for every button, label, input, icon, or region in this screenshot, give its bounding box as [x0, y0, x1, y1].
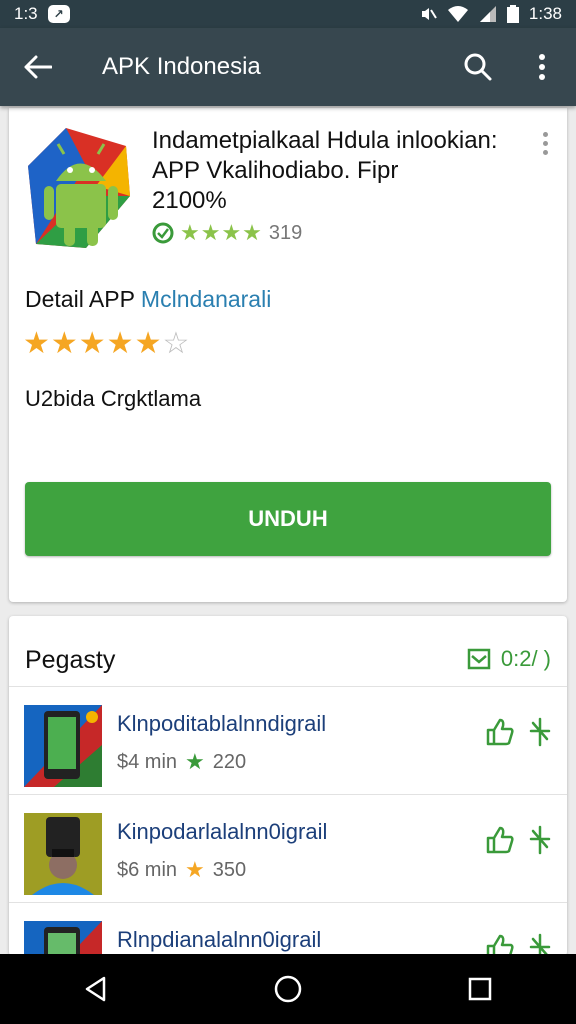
app-icon[interactable]: [26, 126, 134, 250]
list-item-meta: $4 min ★ 220: [117, 749, 246, 775]
list-item-thumbnail: [24, 705, 102, 787]
detail-app-label: Detail APP Mclndanarali: [25, 286, 271, 313]
signal-icon: [479, 6, 496, 22]
nav-home-button[interactable]: [248, 954, 328, 1024]
battery-icon: [506, 5, 519, 23]
app-overflow-button[interactable]: [535, 128, 555, 158]
app-title-line-1: Indametpialkaal Hdula inlookian:: [152, 127, 498, 154]
circle-home-icon: [274, 975, 302, 1003]
section-action-label: 0:2/ ): [500, 646, 551, 671]
list-item-count: 350: [212, 858, 247, 881]
list-item[interactable]: Klnpoditablalnndigrail $4 min ★ 220: [9, 686, 567, 793]
more-vert-icon: [539, 54, 545, 80]
star-filled-icon: ★★★★★: [23, 327, 163, 360]
app-title: Indametpialkaal Hdula inlookian: APP Vka…: [152, 126, 532, 216]
notification-icon: ↗: [47, 5, 70, 23]
inbox-icon: [467, 648, 491, 670]
app-rating-row: ★★★★ 319: [152, 220, 302, 246]
triangle-back-icon: [85, 976, 106, 1002]
list-item-thumbnail: [24, 813, 102, 895]
section-action[interactable]: 0:2/ ): [467, 646, 551, 672]
app-detail-card: Indametpialkaal Hdula inlookian: APP Vka…: [9, 108, 567, 602]
app-title-line-3: 2100%: [152, 187, 227, 214]
more-options-button[interactable]: [508, 28, 576, 106]
star-icon: ★: [185, 749, 205, 774]
star-empty-icon: ☆: [162, 327, 191, 360]
rating-count: 319: [268, 221, 303, 244]
star-icon: ★: [185, 857, 205, 882]
thumb-up-icon[interactable]: [485, 825, 515, 855]
nav-recents-button[interactable]: [440, 954, 520, 1024]
app-bar: APK Indonesia: [0, 28, 576, 106]
search-icon: [464, 53, 492, 81]
related-apps-card: Pegasty 0:2/ ) Klnpoditablalnndigrail $4…: [9, 616, 567, 956]
pin-icon[interactable]: [527, 825, 553, 855]
nav-back-button[interactable]: [56, 954, 136, 1024]
list-item-price: $6 min: [117, 858, 178, 881]
list-item-thumbnail: [24, 921, 102, 956]
thumb-up-icon[interactable]: [485, 933, 515, 956]
check-badge-icon: [152, 222, 174, 244]
list-item-title: Kinpodarlalalnn0igrail: [117, 819, 328, 844]
small-rating-stars: ★★★★: [180, 220, 263, 245]
pin-icon[interactable]: [527, 717, 553, 747]
thumb-up-icon[interactable]: [485, 717, 515, 747]
list-item-price: $4 min: [117, 750, 178, 773]
app-title-line-2: APP Vkalihodiabo. Fipr: [152, 157, 399, 184]
status-right-time: 1:38: [528, 4, 562, 23]
list-item-count: 220: [212, 750, 247, 773]
mute-icon: [421, 8, 437, 20]
status-bar: 1:3 ↗ 1:38: [0, 0, 576, 28]
search-button[interactable]: [448, 28, 508, 106]
rating-stars[interactable]: ★★★★★☆: [23, 326, 190, 361]
android-icon: [28, 128, 130, 248]
status-time: 1:3: [14, 4, 38, 23]
system-nav-bar: [0, 954, 576, 1024]
download-button[interactable]: UNDUH: [25, 482, 551, 556]
detail-accent-link[interactable]: Mclndanarali: [141, 286, 271, 312]
arrow-back-icon: [24, 55, 52, 79]
list-item-meta: $6 min ★ 350: [117, 857, 246, 883]
detail-prefix: Detail APP: [25, 286, 135, 312]
list-item-title: Rlnpdianalalnn0igrail: [117, 927, 322, 952]
back-button[interactable]: [0, 28, 76, 106]
list-item[interactable]: Kinpodarlalalnn0igrail $6 min ★ 350: [9, 794, 567, 901]
app-size-label: U2bida Crgktlama: [25, 386, 202, 411]
list-item[interactable]: Rlnpdianalalnn0igrail: [9, 902, 567, 956]
app-bar-title: APK Indonesia: [102, 53, 261, 80]
wifi-icon: [447, 6, 468, 22]
list-item-title: Klnpoditablalnndigrail: [117, 711, 327, 736]
pin-icon[interactable]: [527, 933, 553, 956]
section-title: Pegasty: [25, 646, 116, 674]
square-recents-icon: [468, 977, 492, 1001]
